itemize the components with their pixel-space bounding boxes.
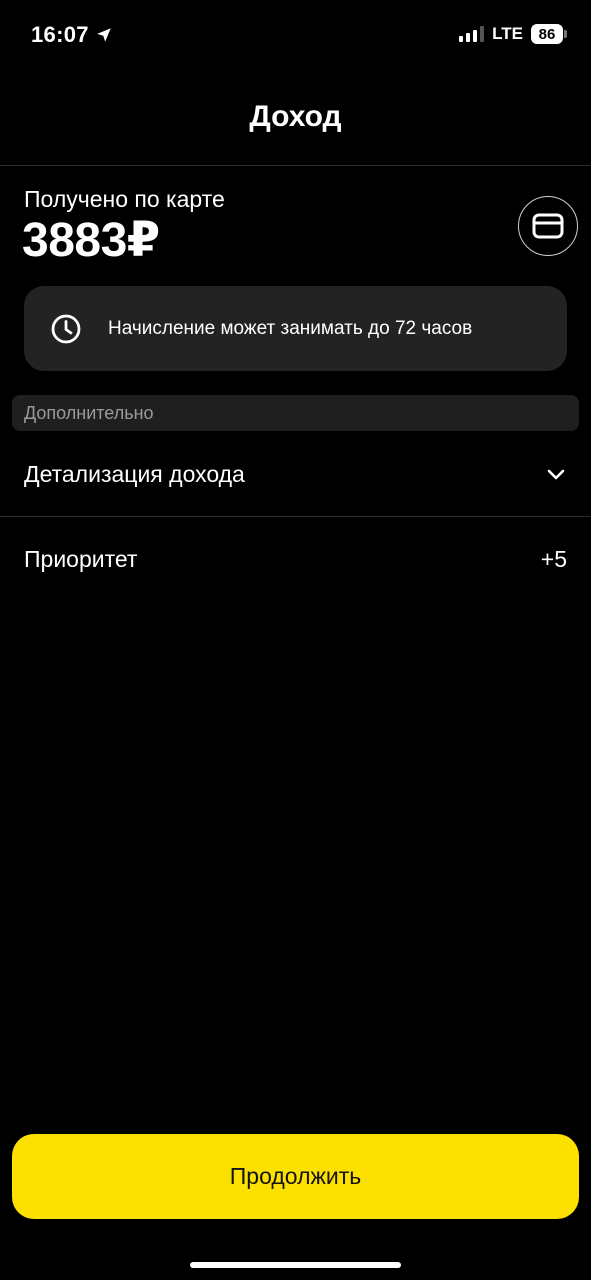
chevron-down-icon	[547, 469, 565, 480]
card-button[interactable]	[518, 196, 578, 256]
home-indicator[interactable]	[190, 1262, 401, 1268]
section-header-label: Дополнительно	[24, 402, 154, 423]
continue-button[interactable]: Продолжить	[12, 1134, 579, 1219]
notice-banner: Начисление может занимать до 72 часов	[24, 286, 567, 371]
header-divider	[0, 165, 591, 166]
status-time-text: 16:07	[31, 22, 89, 47]
row-divider	[0, 516, 591, 517]
priority-label: Приоритет	[24, 545, 138, 572]
received-label: Получено по карте	[24, 186, 225, 212]
status-time: 16:07	[31, 22, 113, 48]
network-type: LTE	[492, 24, 523, 43]
battery-level: 86	[531, 24, 563, 44]
income-details-label: Детализация дохода	[24, 460, 245, 487]
status-indicators: LTE 86	[459, 24, 567, 44]
continue-button-label: Продолжить	[229, 1163, 362, 1189]
signal-icon	[459, 26, 485, 42]
status-bar: 16:07 LTE 86	[0, 0, 591, 70]
priority-row[interactable]: Приоритет +5	[0, 519, 591, 599]
priority-value: +5	[540, 545, 567, 572]
page-title: Доход	[249, 100, 342, 133]
income-details-row[interactable]: Детализация дохода	[0, 434, 591, 514]
notice-text: Начисление может занимать до 72 часов	[108, 317, 473, 339]
credit-card-icon	[532, 213, 564, 239]
section-header: Дополнительно	[12, 395, 579, 431]
location-arrow-icon	[97, 28, 111, 42]
clock-icon	[50, 313, 82, 345]
battery-icon: 86	[531, 24, 567, 44]
received-amount: 3883₽	[22, 214, 160, 267]
